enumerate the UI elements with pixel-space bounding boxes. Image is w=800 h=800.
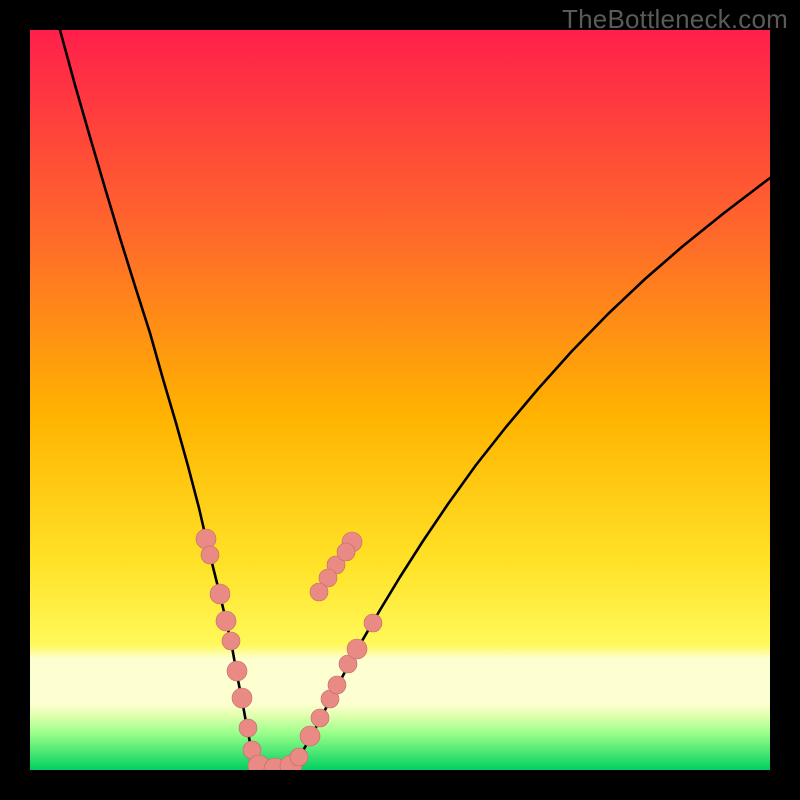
marker-dot xyxy=(290,748,308,766)
marker-dot xyxy=(300,726,320,746)
marker-dot xyxy=(328,676,346,694)
marker-dot xyxy=(210,584,230,604)
marker-dot xyxy=(347,639,367,659)
marker-dot xyxy=(364,614,382,632)
marker-dot xyxy=(227,661,247,681)
marker-dot xyxy=(201,546,219,564)
marker-dot xyxy=(337,543,355,561)
chart-svg xyxy=(30,30,770,770)
watermark-text: TheBottleneck.com xyxy=(562,4,788,35)
plot-area xyxy=(30,30,770,770)
marker-dot xyxy=(310,583,328,601)
marker-dot xyxy=(311,709,329,727)
marker-dot xyxy=(239,719,257,737)
marker-dot xyxy=(216,611,236,631)
marker-dot xyxy=(222,632,240,650)
gradient-background xyxy=(30,30,770,770)
marker-dot xyxy=(196,529,216,549)
marker-dot xyxy=(232,688,252,708)
outer-frame: TheBottleneck.com xyxy=(0,0,800,800)
